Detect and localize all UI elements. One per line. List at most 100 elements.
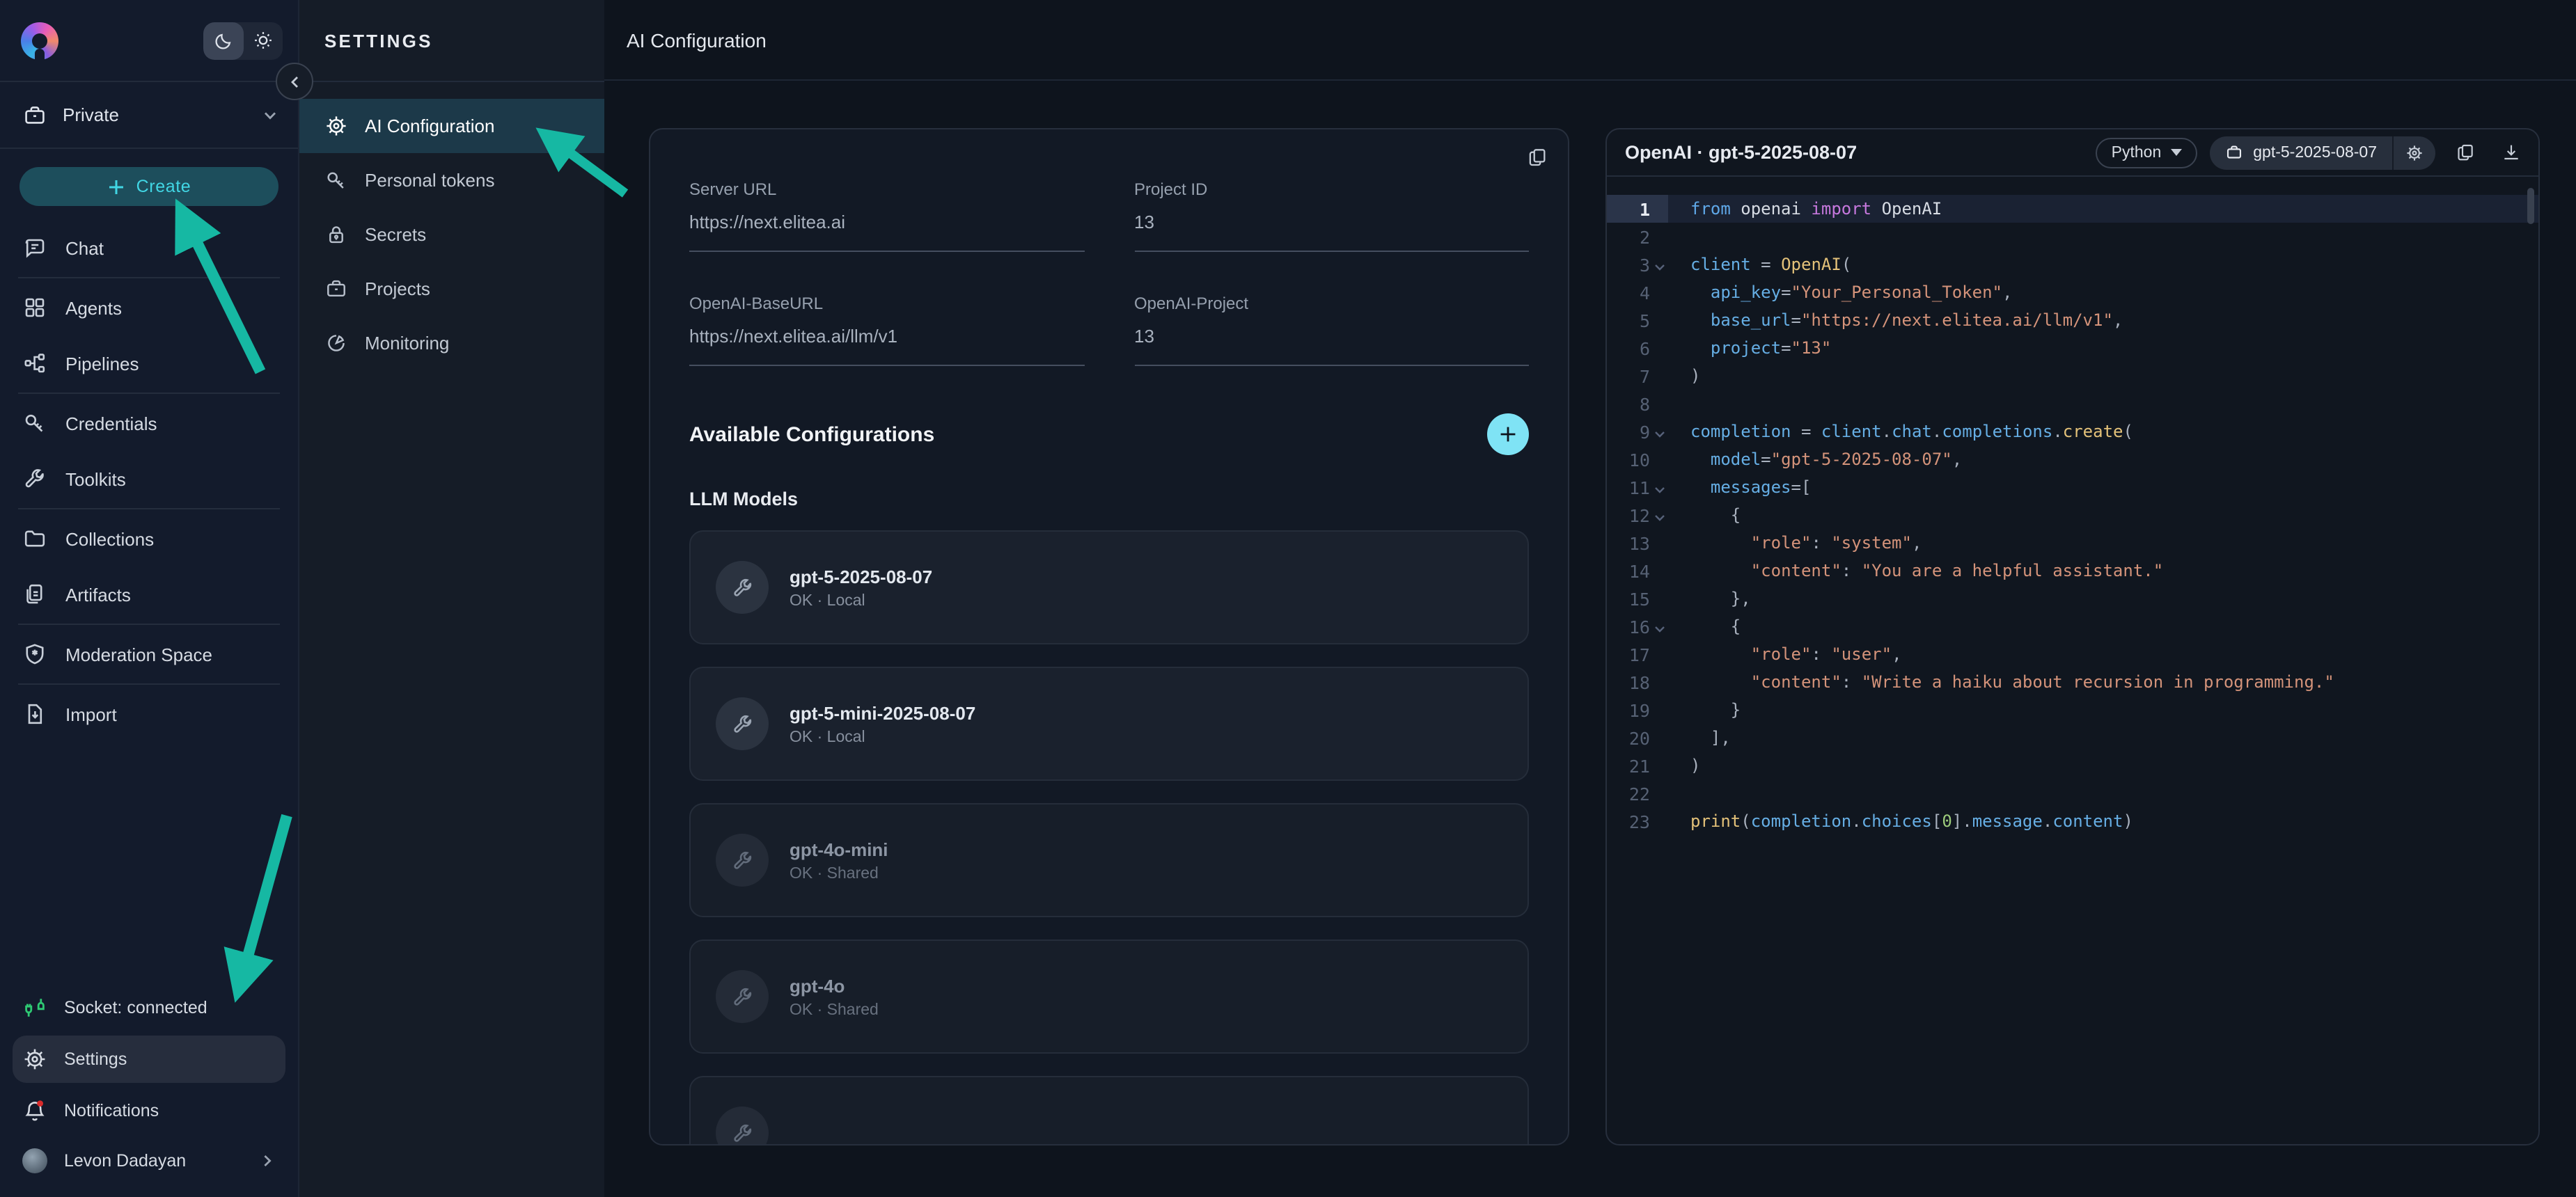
avatar — [22, 1148, 47, 1173]
sidebar-item-label: Import — [65, 704, 117, 724]
code-line: ], — [1668, 724, 2538, 752]
model-status: OK · Shared — [790, 1001, 879, 1018]
code-line-row: 16 { — [1607, 612, 2538, 640]
fold-spacer — [1650, 791, 1668, 795]
download-code-button[interactable] — [2494, 136, 2527, 169]
llm-model-card[interactable]: gpt-4o-mini OK · Shared — [689, 803, 1529, 917]
line-number: 10 — [1607, 449, 1650, 470]
line-number: 23 — [1607, 811, 1650, 832]
user-menu[interactable]: Levon Dadayan — [0, 1136, 298, 1186]
code-line-row: 4 api_key="Your_Personal_Token", — [1607, 278, 2538, 306]
code-line: messages=[ — [1668, 473, 2538, 501]
settings-nav-label: AI Configuration — [365, 116, 494, 136]
line-number: 4 — [1607, 282, 1650, 303]
sidebar-item-agents[interactable]: Agents — [0, 280, 298, 335]
sidebar-item-artifacts[interactable]: Artifacts — [0, 566, 298, 622]
language-label: Python — [2112, 144, 2162, 161]
code-line: print(completion.choices[0].message.cont… — [1668, 807, 2538, 835]
add-configuration-button[interactable] — [1487, 413, 1529, 455]
settings-nav-label: Personal tokens — [365, 170, 494, 191]
divider — [18, 683, 280, 685]
code-line: } — [1668, 696, 2538, 724]
code-scrollbar-thumb[interactable] — [2527, 188, 2534, 224]
agents-grid-icon — [22, 295, 47, 320]
code-line: "content": "You are a helpful assistant.… — [1668, 557, 2538, 585]
settings-nav-personal-tokens[interactable]: Personal tokens — [299, 153, 604, 207]
code-editor: 1from openai import OpenAI23client = Ope… — [1607, 177, 2538, 1144]
fold-toggle-icon[interactable] — [1650, 507, 1668, 523]
sidebar-item-label: Chat — [65, 237, 104, 258]
llm-model-card[interactable]: gpt-4o OK · Shared — [689, 940, 1529, 1054]
sidebar-item-settings[interactable]: Settings — [13, 1036, 285, 1083]
sidebar-item-chat[interactable]: Chat — [0, 220, 298, 276]
divider — [18, 508, 280, 509]
pipelines-icon — [22, 351, 47, 376]
field-project-id: Project ID 13 — [1134, 180, 1529, 252]
model-status: OK · Shared — [790, 865, 888, 882]
settings-nav-secrets[interactable]: Secrets — [299, 207, 604, 262]
llm-model-card[interactable] — [689, 1076, 1529, 1146]
user-name: Levon Dadayan — [64, 1151, 186, 1171]
app-window: Private Create Chat Agen — [0, 0, 2576, 1197]
model-pill: gpt-5-2025-08-07 — [2210, 136, 2435, 169]
code-line: api_key="Your_Personal_Token", — [1668, 278, 2538, 306]
sidebar-item-label: Agents — [65, 297, 122, 318]
chevron-right-icon — [259, 1152, 276, 1169]
fold-spacer — [1650, 235, 1668, 239]
briefcase-icon — [324, 277, 348, 301]
model-selector[interactable]: gpt-5-2025-08-07 — [2210, 143, 2392, 161]
fold-spacer — [1650, 346, 1668, 350]
sidebar-collapse-button[interactable] — [276, 63, 313, 100]
fold-toggle-icon[interactable] — [1650, 257, 1668, 272]
sidebar-item-moderation-space[interactable]: Moderation Space — [0, 626, 298, 682]
llm-model-card[interactable]: gpt-5-mini-2025-08-07 OK · Local — [689, 667, 1529, 781]
light-mode-button[interactable] — [243, 22, 283, 59]
key-icon — [324, 168, 348, 192]
wrench-icon — [22, 466, 47, 491]
settings-nav-ai-configuration[interactable]: AI Configuration — [299, 99, 604, 153]
fold-toggle-icon[interactable] — [1650, 619, 1668, 634]
theme-toggle — [203, 22, 283, 59]
sun-icon — [253, 31, 273, 50]
sidebar-item-credentials[interactable]: Credentials — [0, 395, 298, 451]
fold-toggle-icon[interactable] — [1650, 479, 1668, 495]
code-line-row: 20 ], — [1607, 724, 2538, 752]
llm-models-list: gpt-5-2025-08-07 OK · Local gpt-5-mini-2… — [689, 530, 1529, 1146]
llm-models-title: LLM Models — [689, 489, 1529, 509]
code-line-row: 23 print(completion.choices[0].message.co… — [1607, 807, 2538, 835]
settings-nav-projects[interactable]: Projects — [299, 262, 604, 316]
briefcase-icon — [2225, 143, 2243, 161]
briefcase-icon — [22, 102, 47, 127]
language-selector[interactable]: Python — [2096, 137, 2198, 168]
workspace-selector[interactable]: Private — [0, 82, 298, 149]
line-number: 12 — [1607, 505, 1650, 525]
settings-nav-label: Projects — [365, 278, 430, 299]
field-openai-project: OpenAI-Project 13 — [1134, 294, 1529, 366]
sidebar-item-toolkits[interactable]: Toolkits — [0, 451, 298, 507]
divider — [18, 277, 280, 278]
settings-nav-monitoring[interactable]: Monitoring — [299, 316, 604, 370]
llm-model-card[interactable]: gpt-5-2025-08-07 OK · Local — [689, 530, 1529, 644]
dark-mode-button[interactable] — [203, 22, 243, 59]
line-number-gutter: 17 — [1607, 640, 1668, 668]
code-line: { — [1668, 501, 2538, 529]
create-button[interactable]: Create — [19, 167, 278, 206]
copy-code-button[interactable] — [2448, 136, 2481, 169]
sidebar-item-import[interactable]: Import — [0, 686, 298, 742]
sidebar-item-notifications[interactable]: Notifications — [0, 1086, 298, 1136]
fold-toggle-icon[interactable] — [1650, 424, 1668, 439]
model-status: OK · Local — [790, 592, 932, 609]
fold-spacer — [1650, 652, 1668, 656]
code-line — [1668, 779, 2538, 807]
moon-icon — [214, 31, 233, 49]
line-number-gutter: 11 — [1607, 473, 1668, 501]
model-settings-button[interactable] — [2394, 136, 2435, 169]
plug-icon — [22, 995, 47, 1020]
fold-spacer — [1650, 680, 1668, 684]
sidebar-item-collections[interactable]: Collections — [0, 511, 298, 566]
fold-spacer — [1650, 763, 1668, 768]
line-number: 9 — [1607, 421, 1650, 442]
model-name: gpt-5-2025-08-07 — [790, 566, 932, 587]
copy-icon[interactable] — [1526, 146, 1548, 168]
sidebar-item-pipelines[interactable]: Pipelines — [0, 335, 298, 391]
